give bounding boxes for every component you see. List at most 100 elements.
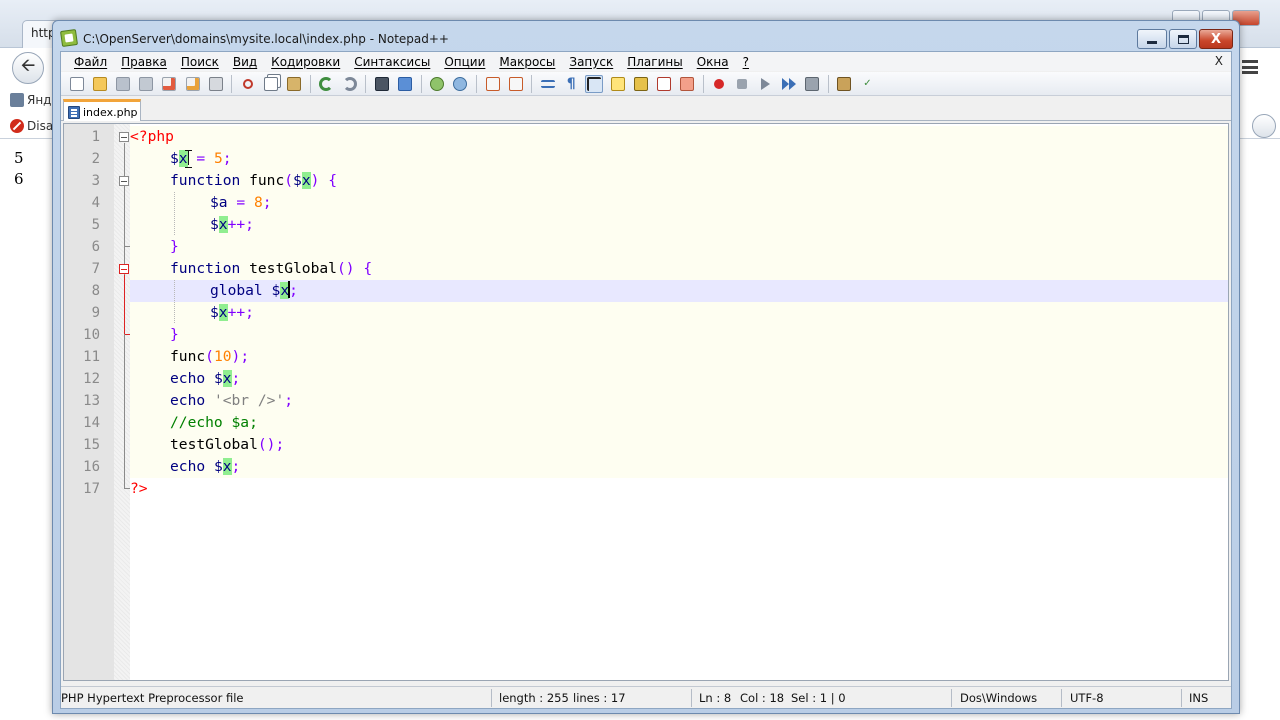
window-title: C:\OpenServer\domains\mysite.local\index…: [83, 32, 449, 46]
browser-extension-button[interactable]: [1252, 114, 1276, 138]
status-col: Col : 18: [740, 691, 785, 705]
word-wrap-icon[interactable]: [539, 75, 557, 93]
close-button[interactable]: X: [1199, 29, 1233, 49]
copy-icon[interactable]: [262, 75, 280, 93]
arrow-left-icon: 🡨: [20, 55, 36, 76]
menu-edit[interactable]: Правка: [114, 55, 174, 69]
show-all-chars-icon[interactable]: ¶: [562, 75, 580, 93]
menu-encoding[interactable]: Кодировки: [264, 55, 347, 69]
menu-run[interactable]: Запуск: [562, 55, 620, 69]
status-file-type: PHP Hypertext Preprocessor file: [61, 691, 244, 705]
menu-plugins[interactable]: Плагины: [620, 55, 689, 69]
status-insert-mode: INS: [1189, 691, 1209, 705]
find-icon[interactable]: [373, 75, 391, 93]
menu-language[interactable]: Синтаксисы: [347, 55, 437, 69]
save-all-icon[interactable]: [137, 75, 155, 93]
bookmark-item[interactable]: Disab: [10, 119, 52, 133]
code-line-14: //echo $a;: [130, 412, 1228, 434]
undo-icon[interactable]: [317, 75, 335, 93]
text-area[interactable]: <?php $x = 5; function func($x) { $a = 8…: [130, 124, 1228, 680]
tab-label: index.php: [83, 106, 138, 119]
close-icon[interactable]: [160, 75, 178, 93]
redo-icon[interactable]: [341, 75, 359, 93]
code-editor[interactable]: 1 2 3 4 5 6 7 8 9 10 11 12 13 14 15 16 1…: [63, 123, 1229, 681]
menu-view[interactable]: Вид: [226, 55, 264, 69]
function-list-icon[interactable]: [655, 75, 673, 93]
status-divider: [1181, 689, 1182, 707]
indent-guide: [174, 192, 175, 236]
new-file-icon[interactable]: [68, 75, 86, 93]
line-number: 16: [83, 459, 100, 475]
menu-help[interactable]: ?: [736, 55, 756, 69]
record-macro-icon[interactable]: [710, 75, 728, 93]
code-line-5: $x++;: [130, 214, 1228, 236]
fold-margin: [114, 124, 130, 680]
menu-search[interactable]: Поиск: [174, 55, 226, 69]
cut-icon[interactable]: [239, 75, 257, 93]
zoom-in-icon[interactable]: [428, 75, 446, 93]
line-number: 4: [91, 195, 100, 211]
browser-back-button[interactable]: 🡨: [12, 52, 44, 84]
line-number-gutter: 1 2 3 4 5 6 7 8 9 10 11 12 13 14 15 16 1…: [64, 124, 114, 680]
zoom-out-icon[interactable]: [451, 75, 469, 93]
line-number: 12: [83, 371, 100, 387]
sync-vertical-icon[interactable]: [484, 75, 502, 93]
code-line-7: function testGlobal() {: [130, 258, 1228, 280]
bookmark-icon: [10, 93, 24, 107]
fold-toggle-icon[interactable]: [119, 264, 129, 274]
fold-guide-line: [123, 334, 125, 488]
menu-window[interactable]: Окна: [690, 55, 736, 69]
replace-icon[interactable]: [396, 75, 414, 93]
play-macro-icon[interactable]: [757, 75, 775, 93]
line-number: 5: [91, 217, 100, 233]
notepadpp-app-icon[interactable]: [59, 28, 79, 48]
close-document-button[interactable]: X: [1215, 54, 1223, 68]
toolbar-separator: [309, 74, 311, 93]
line-number: 11: [83, 349, 100, 365]
menu-macro[interactable]: Макросы: [492, 55, 562, 69]
stop-record-icon[interactable]: [733, 75, 751, 93]
fold-toggle-icon[interactable]: [119, 176, 129, 186]
code-line-17: ?>: [130, 480, 148, 497]
line-number: 10: [83, 327, 100, 343]
line-number: 8: [91, 283, 100, 299]
browser-toolbar-divider: [1240, 138, 1280, 139]
fold-toggle-icon[interactable]: [119, 132, 129, 142]
paste-icon[interactable]: [285, 75, 303, 93]
folder-workspace-icon[interactable]: [678, 75, 696, 93]
mouse-ibeam-cursor-icon: [184, 150, 194, 168]
line-number: 7: [91, 261, 100, 277]
page-output-line: 5: [14, 149, 24, 167]
save-macro-icon[interactable]: [803, 75, 821, 93]
menu-settings[interactable]: Опции: [437, 55, 492, 69]
print-icon[interactable]: [207, 75, 225, 93]
title-bar[interactable]: C:\OpenServer\domains\mysite.local\index…: [53, 21, 1239, 51]
spell-check-icon[interactable]: ✓: [858, 75, 876, 93]
code-line-10: }: [130, 324, 1228, 346]
document-tab-bar: index.php: [61, 97, 1231, 121]
page-output-line: 6: [14, 170, 24, 188]
sync-horizontal-icon[interactable]: [507, 75, 525, 93]
doc-map-icon[interactable]: [632, 75, 650, 93]
run-macro-multiple-icon[interactable]: [780, 75, 798, 93]
maximize-button[interactable]: [1169, 29, 1197, 49]
bookmark-item[interactable]: Янд: [10, 93, 52, 107]
tab-index-php[interactable]: index.php: [63, 99, 141, 121]
code-line-16: echo $x;: [130, 456, 1228, 478]
line-number: 6: [91, 239, 100, 255]
status-ln: Ln : 8: [699, 691, 732, 705]
indent-guide-icon[interactable]: [585, 74, 604, 93]
code-line-6: }: [130, 236, 1228, 258]
save-icon[interactable]: [114, 75, 132, 93]
close-all-icon[interactable]: [184, 75, 202, 93]
code-line-15: testGlobal();: [130, 434, 1228, 456]
toolbar-separator: [476, 74, 477, 93]
launch-browser-icon[interactable]: [835, 75, 853, 93]
user-lang-icon[interactable]: [609, 75, 627, 93]
menu-file[interactable]: Файл: [67, 55, 114, 69]
open-file-icon[interactable]: [91, 75, 109, 93]
code-line-8: global $x;: [130, 280, 1228, 302]
minimize-button[interactable]: [1137, 29, 1167, 49]
toolbar-separator: [531, 74, 533, 93]
hamburger-menu-icon[interactable]: [1242, 60, 1258, 74]
